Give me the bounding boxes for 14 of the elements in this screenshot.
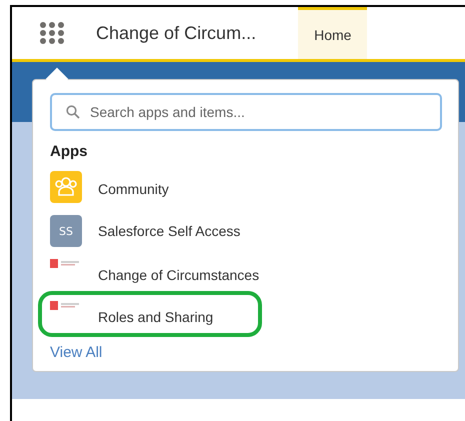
- app-item[interactable]: Roles and Sharing: [98, 294, 214, 325]
- view-all-link[interactable]: View All: [50, 344, 102, 361]
- app-item[interactable]: Change of Circumstances: [98, 252, 260, 283]
- app-launcher-icon[interactable]: [39, 21, 65, 45]
- people-icon: [50, 171, 82, 203]
- section-title: Apps: [50, 143, 88, 160]
- app-name: Change of Circum...: [96, 22, 256, 44]
- app-item[interactable]: Community: [98, 181, 169, 197]
- search-field[interactable]: Search apps and items...: [50, 93, 442, 131]
- logo-icon: [50, 259, 82, 269]
- logo-icon: [50, 301, 82, 311]
- app-item[interactable]: Salesforce Self Access: [98, 223, 240, 239]
- app-icon: SS: [50, 215, 82, 247]
- nav-tab[interactable]: Home: [298, 7, 368, 59]
